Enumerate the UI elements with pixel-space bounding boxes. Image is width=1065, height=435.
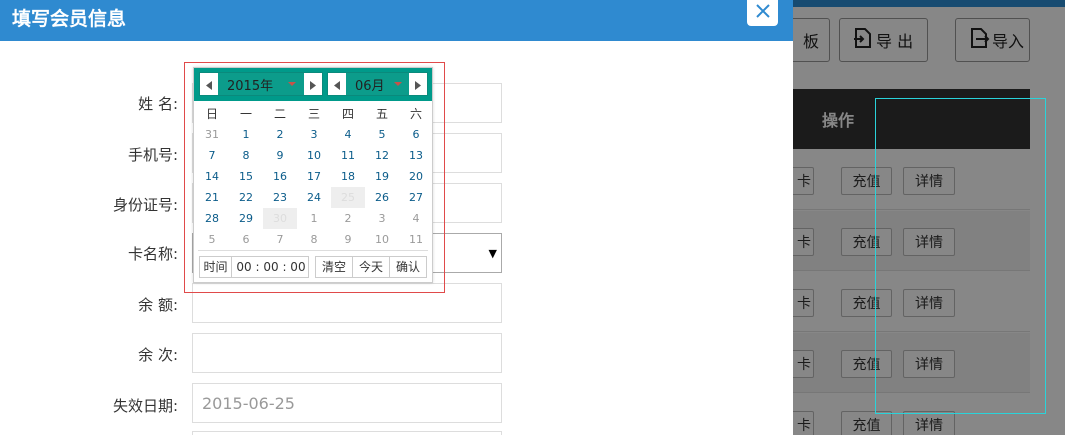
day-cell[interactable]: 21 (195, 187, 229, 208)
weekday-label: 五 (375, 107, 388, 121)
prev-month-button[interactable] (328, 73, 346, 95)
day-cell[interactable]: 7 (195, 145, 229, 166)
day-cell[interactable]: 19 (365, 166, 399, 187)
day-cell[interactable]: 14 (195, 166, 229, 187)
weekday-label: 四 (341, 107, 354, 121)
expire-date-value: 2015-06-25 (202, 393, 295, 413)
day-cell[interactable]: 13 (399, 145, 433, 166)
day-cell[interactable]: 18 (331, 166, 365, 187)
expire-date-label: 失效日期: (112, 397, 178, 415)
modal-header: 填写会员信息 (0, 0, 793, 41)
day-cell[interactable]: 1 (229, 124, 263, 145)
id-card-label: 身份证号: (112, 196, 178, 214)
day-cell[interactable]: 6 (229, 229, 263, 250)
day-cell[interactable]: 2 (263, 124, 297, 145)
day-cell[interactable]: 2 (331, 208, 365, 229)
clear-button[interactable]: 清空 (315, 256, 353, 278)
day-cell[interactable]: 3 (365, 208, 399, 229)
day-cell[interactable]: 1 (297, 208, 331, 229)
close-icon (755, 3, 771, 23)
day-cell[interactable]: 22 (229, 187, 263, 208)
year-dropdown-arrow-icon (288, 82, 296, 86)
day-cell[interactable]: 4 (399, 208, 433, 229)
day-cell[interactable]: 17 (297, 166, 331, 187)
datepicker-divider (198, 250, 428, 251)
day-cell[interactable]: 28 (195, 208, 229, 229)
day-cell-disabled: 30 (263, 208, 297, 229)
name-label: 姓 名: (138, 95, 178, 113)
day-cell[interactable]: 8 (229, 145, 263, 166)
day-cell[interactable]: 26 (365, 187, 399, 208)
day-cell[interactable]: 16 (263, 166, 297, 187)
member-info-modal: 填写会员信息 姓 名: 手机号: 身份证号: 卡名称: ▼ 余 额: 余 次: … (0, 0, 793, 435)
expire-date-input[interactable]: 2015-06-25 (192, 383, 502, 423)
weekday-label: 三 (307, 107, 320, 121)
year-selector: 2015年 (199, 72, 323, 96)
dropdown-arrow-icon: ▼ (488, 246, 497, 260)
day-cell[interactable]: 9 (331, 229, 365, 250)
day-cell[interactable]: 7 (263, 229, 297, 250)
day-cell[interactable]: 23 (263, 187, 297, 208)
next-month-button[interactable] (409, 73, 427, 95)
time-selector[interactable]: 时间 00 : 00 : 00 (199, 256, 309, 278)
day-cell[interactable]: 9 (263, 145, 297, 166)
modal-title: 填写会员信息 (12, 8, 127, 30)
weekday-label: 六 (409, 107, 422, 121)
month-dropdown-arrow-icon (394, 82, 402, 86)
day-cell[interactable]: 12 (365, 145, 399, 166)
weekday-label: 一 (239, 107, 252, 121)
balance-label: 余 额: (138, 296, 178, 314)
today-button[interactable]: 今天 (352, 256, 390, 278)
caret-left-icon (206, 75, 212, 94)
caret-right-icon (310, 75, 316, 94)
time-value[interactable]: 00 : 00 : 00 (233, 257, 309, 277)
day-cell[interactable]: 15 (229, 166, 263, 187)
day-cell-selected[interactable]: 25 (331, 187, 365, 208)
close-button[interactable] (747, 0, 778, 26)
day-cell[interactable]: 3 (297, 124, 331, 145)
datepicker-header: 2015年 06月 (194, 68, 432, 101)
day-cell[interactable]: 5 (195, 229, 229, 250)
prev-year-button[interactable] (200, 73, 218, 95)
day-cell[interactable]: 6 (399, 124, 433, 145)
day-cell[interactable]: 5 (365, 124, 399, 145)
day-cell[interactable]: 10 (365, 229, 399, 250)
day-cell[interactable]: 11 (331, 145, 365, 166)
caret-right-icon (415, 75, 421, 94)
year-value: 2015年 (227, 78, 274, 94)
day-cell[interactable]: 20 (399, 166, 433, 187)
phone-label: 手机号: (127, 146, 178, 164)
day-cell[interactable]: 24 (297, 187, 331, 208)
day-cell[interactable]: 27 (399, 187, 433, 208)
caret-left-icon (334, 75, 340, 94)
month-value: 06月 (355, 78, 385, 94)
card-name-label: 卡名称: (127, 245, 178, 263)
datepicker: 2015年 06月 日 一 二 三 四 五 六 31 1 2 3 4 5 6 7… (193, 67, 433, 283)
day-cell[interactable]: 10 (297, 145, 331, 166)
highlight-frame (875, 98, 1046, 414)
next-field-input[interactable] (192, 431, 502, 435)
day-cell[interactable]: 4 (331, 124, 365, 145)
day-cell[interactable]: 11 (399, 229, 433, 250)
month-selector: 06月 (327, 72, 428, 96)
confirm-button[interactable]: 确认 (389, 256, 427, 278)
next-year-button[interactable] (304, 73, 322, 95)
weekday-label: 二 (273, 107, 286, 121)
remaining-times-label: 余 次: (138, 346, 178, 364)
day-cell[interactable]: 29 (229, 208, 263, 229)
remaining-times-input[interactable] (192, 333, 502, 373)
day-cell[interactable]: 8 (297, 229, 331, 250)
day-cell[interactable]: 31 (195, 124, 229, 145)
time-label: 时间 (200, 257, 232, 277)
weekday-label: 日 (205, 107, 218, 121)
